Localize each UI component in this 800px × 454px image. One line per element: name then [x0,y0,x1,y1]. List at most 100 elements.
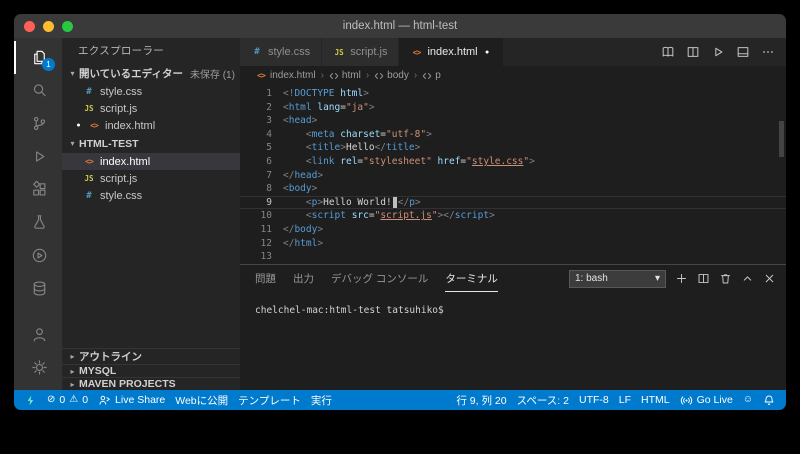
split-terminal-button[interactable] [697,272,710,285]
breadcrumb-file[interactable]: <> index.html [255,70,316,81]
minimize-window-button[interactable] [43,21,54,32]
line-content: <link rel="stylesheet" href="style.css"> [272,155,535,169]
breadcrumb-body[interactable]: body [374,70,409,81]
open-preview-button[interactable] [661,45,675,59]
tab-style-css[interactable]: # style.css [240,38,322,66]
new-terminal-button[interactable] [675,272,688,285]
activity-bar-debug-console[interactable] [14,239,62,272]
tree-item-index-html[interactable]: <> index.html [62,153,240,170]
tree-item-script-js[interactable]: JS script.js [62,170,240,187]
feedback-button[interactable]: ☺︎ [738,390,758,410]
section-outline[interactable]: ▸ アウトライン [62,348,240,364]
code-line[interactable]: 4 <meta charset="utf-8"> [240,128,786,142]
run-file-button[interactable] [711,45,725,59]
panel-tab-terminal[interactable]: ターミナル [445,265,498,292]
split-editor-button[interactable] [686,45,700,59]
terminal-output[interactable]: chelchel-mac:html-test tatsuhiko$ [240,292,786,390]
section-maven-projects[interactable]: ▸ MAVEN PROJECTS [62,377,240,390]
bottom-panel: 問題 出力 デバッグ コンソール ターミナル 1: bash ▾ [240,264,786,390]
code-line[interactable]: 12</html> [240,237,786,251]
code-line[interactable]: 6 <link rel="stylesheet" href="style.css… [240,155,786,169]
js-file-icon: JS [83,104,95,113]
gear-icon [30,358,49,377]
symbol-icon [374,71,384,81]
problems-status[interactable]: ⊘ 0 ⚠︎ 0 [42,390,93,410]
encoding-status[interactable]: UTF-8 [574,390,614,410]
tree-item-style-css[interactable]: # style.css [62,187,240,204]
close-panel-button[interactable] [763,272,776,285]
code-line[interactable]: 3<head> [240,114,786,128]
code-token: head [294,170,317,181]
template-label: テンプレート [238,393,301,408]
go-live-button[interactable]: Go Live [675,390,738,410]
code-token: > [426,129,432,140]
language-mode-status[interactable]: HTML [636,390,675,410]
activity-bar-run-and-debug[interactable] [14,140,62,173]
breadcrumb-label: body [387,70,409,81]
code-line[interactable]: 11</body> [240,223,786,237]
remote-indicator[interactable] [20,390,42,410]
code-line[interactable]: 5 <title>Hello</title> [240,141,786,155]
code-line[interactable]: 9 <p>Hello World!</p> [240,196,786,210]
activity-bar-testing[interactable] [14,206,62,239]
activity-bar-extensions[interactable] [14,173,62,206]
toggle-panel-button[interactable] [736,45,750,59]
activity-bar-source-control[interactable] [14,107,62,140]
tab-label: style.css [268,46,310,58]
workspace-folder-header[interactable]: ▾ HTML-TEST [62,134,240,153]
activity-bar-search[interactable] [14,74,62,107]
code-line[interactable]: 1<!DOCTYPE html> [240,87,786,101]
titlebar[interactable]: index.html — html-test [14,14,786,38]
notifications-button[interactable] [758,390,780,410]
activity-bar-accounts[interactable] [14,318,62,351]
code-line[interactable]: 8<body> [240,182,786,196]
file-label: script.js [100,173,137,185]
more-actions-button[interactable] [761,45,775,59]
eol-status[interactable]: LF [614,390,636,410]
code-line[interactable]: 7</head> [240,169,786,183]
breadcrumb-p[interactable]: p [422,70,441,81]
code-token: > [415,197,421,208]
panel-tab-problems[interactable]: 問題 [255,265,276,292]
indentation-status[interactable]: スペース: 2 [512,390,574,410]
activity-bar-database[interactable] [14,272,62,305]
section-mysql[interactable]: ▸ MYSQL [62,364,240,377]
open-editor-style-css[interactable]: # style.css [62,83,240,100]
breadcrumb-html[interactable]: html [329,70,361,81]
cursor-position-status[interactable]: 行 9, 列 20 [451,390,511,410]
html-file-icon: <> [410,48,422,57]
panel-tab-output[interactable]: 出力 [293,265,314,292]
code-line[interactable]: 13 [240,250,786,264]
activity-bar-settings[interactable] [14,351,62,384]
publish-web-button[interactable]: Webに公開 [170,390,233,410]
zoom-window-button[interactable] [62,21,73,32]
statusbar-left: ⊘ 0 ⚠︎ 0 Live Share Webに公開 テンプレート 実行 [20,390,337,410]
maximize-panel-button[interactable] [741,272,754,285]
close-window-button[interactable] [24,21,35,32]
chevron-right-icon: ▸ [66,352,79,361]
search-icon [30,81,49,100]
code-token: head [289,115,312,126]
tab-index-html[interactable]: <> index.html ● [399,38,503,66]
code-line[interactable]: 2<html lang="ja"> [240,101,786,115]
template-button[interactable]: テンプレート [233,390,306,410]
kill-terminal-button[interactable] [719,272,732,285]
code-token: > [317,238,323,249]
terminal-shell-select[interactable]: 1: bash ▾ [569,270,666,288]
error-count: 0 [59,394,65,406]
code-editor[interactable]: 1<!DOCTYPE html>2<html lang="ja">3<head>… [240,85,786,264]
live-share-status[interactable]: Live Share [93,390,170,410]
remote-icon [25,394,37,407]
chevron-up-icon [741,272,754,285]
activity-bar-explorer[interactable]: 1 [14,41,62,74]
run-task-button[interactable]: 実行 [306,390,337,410]
panel-tab-debug-console[interactable]: デバッグ コンソール [331,265,428,292]
tab-script-js[interactable]: JS script.js [322,38,399,66]
open-editors-header[interactable]: ▾ 開いているエディター 未保存 (1) [62,64,240,83]
open-editor-script-js[interactable]: JS script.js [62,100,240,117]
code-token: html [294,238,317,249]
open-editor-index-html[interactable]: ● <> index.html [62,117,240,134]
code-token: Hello [346,142,375,153]
code-line[interactable]: 10 <script src="script.js"></script> [240,209,786,223]
editor-scrollbar[interactable] [779,121,784,157]
